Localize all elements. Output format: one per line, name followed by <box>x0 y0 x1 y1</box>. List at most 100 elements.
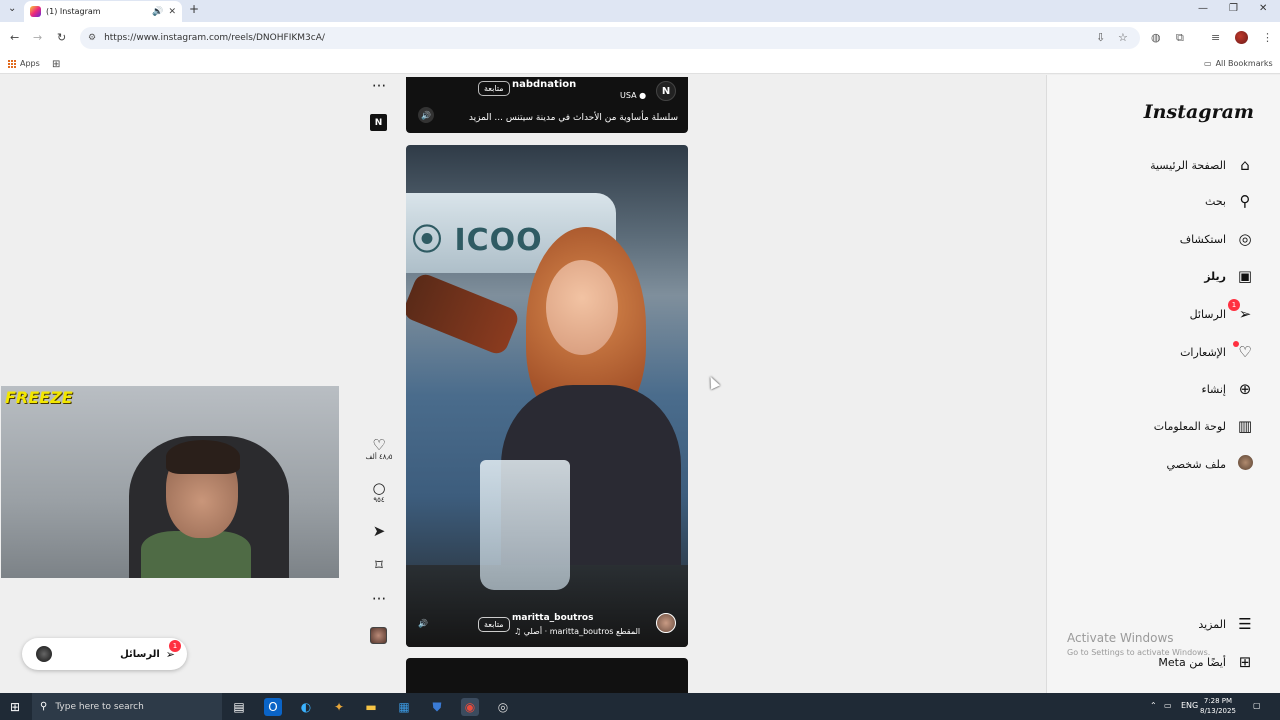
follow-button[interactable]: متابعة <box>478 81 510 96</box>
profile-icon <box>1236 454 1254 474</box>
nav-notifications[interactable]: ♡ الإشعارات <box>1180 340 1254 364</box>
taskbar-search[interactable]: ⚲ Type here to search <box>32 693 222 720</box>
reel-footer: 🔊 متابعة maritta_boutros ♫ أصلي · maritt… <box>406 607 688 647</box>
media-control-icon[interactable]: ≡ <box>1211 31 1220 44</box>
url-text[interactable]: https://www.instagram.com/reels/DNOHFIKM… <box>104 33 325 43</box>
close-tab-icon[interactable]: ✕ <box>168 7 176 17</box>
extension-globe-icon[interactable]: ◍ <box>1151 31 1161 44</box>
forward-icon[interactable]: → <box>33 31 42 44</box>
reel-location[interactable]: USA ● <box>620 91 646 100</box>
heart-icon: ♡ <box>1233 341 1254 361</box>
share-button[interactable]: ➤ <box>364 523 394 539</box>
bookmark-star-icon[interactable]: ☆ <box>1118 31 1128 44</box>
all-bookmarks-label: All Bookmarks <box>1215 59 1273 68</box>
store-icon[interactable]: ▦ <box>395 698 413 716</box>
extensions-icon[interactable]: ⧉ <box>1176 31 1184 45</box>
chrome-icon[interactable]: ◉ <box>461 698 479 716</box>
notification-dot <box>1233 341 1239 347</box>
reel-username[interactable]: nabdnation <box>512 79 576 90</box>
nav-reels[interactable]: ▣ ريلز <box>1204 264 1254 288</box>
reel-author-avatar[interactable] <box>656 613 676 633</box>
menu-icon[interactable]: ⋮ <box>1262 31 1273 44</box>
nav-search[interactable]: ⚲ بحث <box>1205 189 1254 213</box>
nav-home[interactable]: ⌂ الصفحة الرئيسية <box>1150 153 1254 177</box>
nav-create[interactable]: ⊕ إنشاء <box>1202 377 1254 401</box>
like-button[interactable]: ♡ ٤٨٫٥ ألف <box>364 437 394 461</box>
nabdnation-avatar[interactable]: N <box>656 81 676 101</box>
copilot-icon[interactable]: ✦ <box>330 698 348 716</box>
current-reel-video[interactable]: ⦿ ICOO 🔊 متابعة maritta_boutros ♫ أصلي ·… <box>406 145 688 647</box>
instagram-page: متابعة nabdnation USA ● N 🔊 سلسلة مأساوي… <box>0 75 1280 698</box>
dashboard-icon: ▥ <box>1237 417 1253 435</box>
messages-badge: 1 <box>1228 299 1240 311</box>
windows-start-icon[interactable]: ⊞ <box>10 700 20 714</box>
audio-thumb-nabdnation[interactable]: N <box>370 114 387 131</box>
save-button[interactable]: ⌑ <box>364 557 394 573</box>
tab-search-icon[interactable]: ⌄ <box>8 3 16 14</box>
bookmarks-bar: Apps ⊞ ▭ All Bookmarks <box>0 54 1280 74</box>
more-icon: ··· <box>371 590 387 608</box>
file-explorer-icon[interactable]: ▬ <box>362 698 380 716</box>
mouse-cursor-icon <box>705 374 721 390</box>
defender-icon[interactable]: ⛊ <box>428 698 446 716</box>
all-bookmarks[interactable]: ▭ All Bookmarks <box>1204 59 1273 68</box>
address-bar-row: ← → ↻ ⚙ https://www.instagram.com/reels/… <box>0 22 1280 54</box>
reel-caption[interactable]: سلسلة مأساوية من الأحداث في مدينة سيتنس … <box>469 113 678 123</box>
browser-tab[interactable]: (1) Instagram 🔊 ✕ <box>24 1 182 22</box>
follow-button[interactable]: متابعة <box>478 617 510 632</box>
more-options-top[interactable]: ··· <box>364 78 394 94</box>
audio-thumb[interactable] <box>370 627 387 644</box>
instagram-sidebar: Instagram ⌂ الصفحة الرئيسية ⚲ بحث ◎ استك… <box>1046 75 1280 693</box>
obs-icon[interactable]: ◎ <box>494 698 512 716</box>
nav-dashboard[interactable]: ▥ لوحة المعلومات <box>1154 414 1254 438</box>
reel-audio[interactable]: ♫ أصلي · maritta_boutros المقطع <box>514 627 640 636</box>
nav-label: إنشاء <box>1201 382 1226 396</box>
network-icon[interactable]: ▭ <box>1164 701 1172 710</box>
notification-center-icon[interactable]: ▢ <box>1253 701 1261 710</box>
edge-icon[interactable]: ◐ <box>297 698 315 716</box>
mute-icon[interactable]: 🔊 <box>418 107 434 123</box>
new-tab-button[interactable]: + <box>189 2 199 16</box>
apps-bookmark[interactable]: Apps <box>8 59 40 68</box>
profile-avatar-icon[interactable] <box>1235 31 1248 44</box>
send-icon: ➤ <box>372 522 386 540</box>
next-reel[interactable] <box>406 658 688 698</box>
tray-expand-icon[interactable]: ⌃ <box>1150 701 1157 710</box>
comment-button[interactable]: ○ ٩٥٤ <box>364 480 394 504</box>
nav-label: ريلز <box>1204 269 1226 283</box>
messages-icon: ➢ 1 <box>1228 299 1254 323</box>
tab-groups-icon[interactable]: ⊞ <box>52 59 60 70</box>
restore-icon[interactable]: ❐ <box>1229 3 1238 14</box>
nav-profile[interactable]: ملف شخصي <box>1167 452 1254 476</box>
reel-username[interactable]: maritta_boutros <box>512 613 593 623</box>
minimize-icon[interactable]: — <box>1198 3 1208 14</box>
nav-explore[interactable]: ◎ استكشاف <box>1180 227 1254 251</box>
url-bar[interactable]: ⚙ https://www.instagram.com/reels/DNOHFI… <box>80 27 1140 49</box>
reload-icon[interactable]: ↻ <box>57 31 66 44</box>
mute-icon[interactable]: 🔊 <box>418 619 428 628</box>
previous-reel[interactable]: متابعة nabdnation USA ● N 🔊 سلسلة مأساوي… <box>406 77 688 133</box>
close-window-icon[interactable]: ✕ <box>1259 3 1267 14</box>
nav-label: ملف شخصي <box>1166 457 1226 471</box>
messages-pill[interactable]: ➢ 1 الرسائل <box>22 638 187 670</box>
task-view-icon[interactable]: ▤ <box>230 698 248 716</box>
more-options[interactable]: ··· <box>364 591 394 607</box>
search-icon: ⚲ <box>1239 192 1251 210</box>
audio-icon[interactable]: 🔊 <box>152 7 163 17</box>
nav-label: استكشاف <box>1179 232 1226 246</box>
language-indicator[interactable]: ENG <box>1181 701 1198 710</box>
nav-messages[interactable]: ➢ 1 الرسائل <box>1190 299 1254 326</box>
taskbar-clock[interactable]: 7:28 PM 8/13/2025 <box>1200 696 1236 716</box>
search-placeholder: Type here to search <box>55 701 144 712</box>
nav-label: لوحة المعلومات <box>1153 419 1226 433</box>
outlook-icon[interactable]: O <box>264 698 282 716</box>
instagram-logo[interactable]: Instagram <box>1144 101 1254 123</box>
streamer-shirt <box>141 531 251 578</box>
bottle-image <box>406 271 521 357</box>
site-info-icon[interactable]: ⚙ <box>88 33 96 43</box>
install-app-icon[interactable]: ⇩ <box>1096 31 1105 44</box>
clock-time: 7:28 PM <box>1203 697 1233 705</box>
reel-actions: ··· N ♡ ٤٨٫٥ ألف ○ ٩٥٤ ➤ ⌑ ··· <box>364 75 394 693</box>
instagram-favicon-icon <box>30 6 41 17</box>
back-icon[interactable]: ← <box>10 31 19 44</box>
